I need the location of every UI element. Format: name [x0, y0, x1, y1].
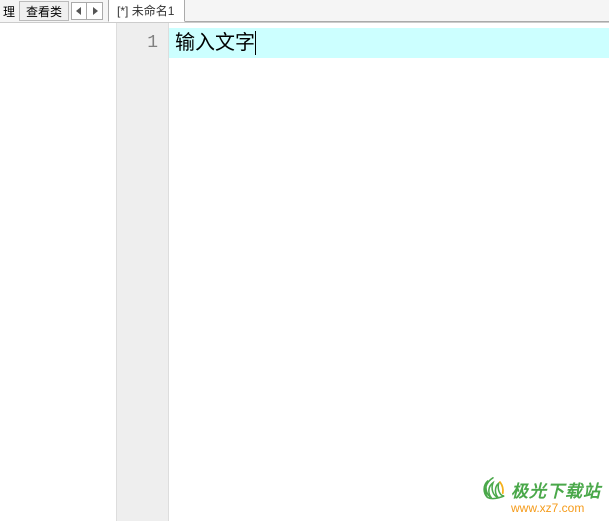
- nav-prev-button[interactable]: [71, 2, 87, 20]
- text-cursor: [255, 31, 256, 55]
- editor-text-area[interactable]: 输入文字: [169, 23, 609, 521]
- toolbar-left: 理 查看类: [0, 0, 104, 22]
- main-area: 1 输入文字: [0, 23, 609, 521]
- tab-strip: [*] 未命名1: [108, 0, 609, 22]
- editor-line-1[interactable]: 输入文字: [169, 28, 609, 58]
- tab-label: [*] 未命名1: [117, 2, 174, 19]
- top-bar: 理 查看类 [*] 未命名1: [0, 0, 609, 23]
- triangle-left-icon: [76, 7, 82, 15]
- code-editor[interactable]: 1 输入文字: [117, 23, 609, 521]
- nav-button-group: [71, 1, 103, 21]
- side-panel: [0, 23, 117, 521]
- toolbar-partial-label: 理: [0, 0, 18, 22]
- line-number-gutter: 1: [117, 23, 169, 521]
- nav-next-button[interactable]: [87, 2, 103, 20]
- triangle-right-icon: [92, 7, 98, 15]
- tab-unnamed-1[interactable]: [*] 未命名1: [108, 0, 185, 22]
- editor-line-text: 输入文字: [175, 28, 255, 58]
- line-number: 1: [117, 28, 158, 58]
- view-class-button[interactable]: 查看类: [19, 1, 69, 21]
